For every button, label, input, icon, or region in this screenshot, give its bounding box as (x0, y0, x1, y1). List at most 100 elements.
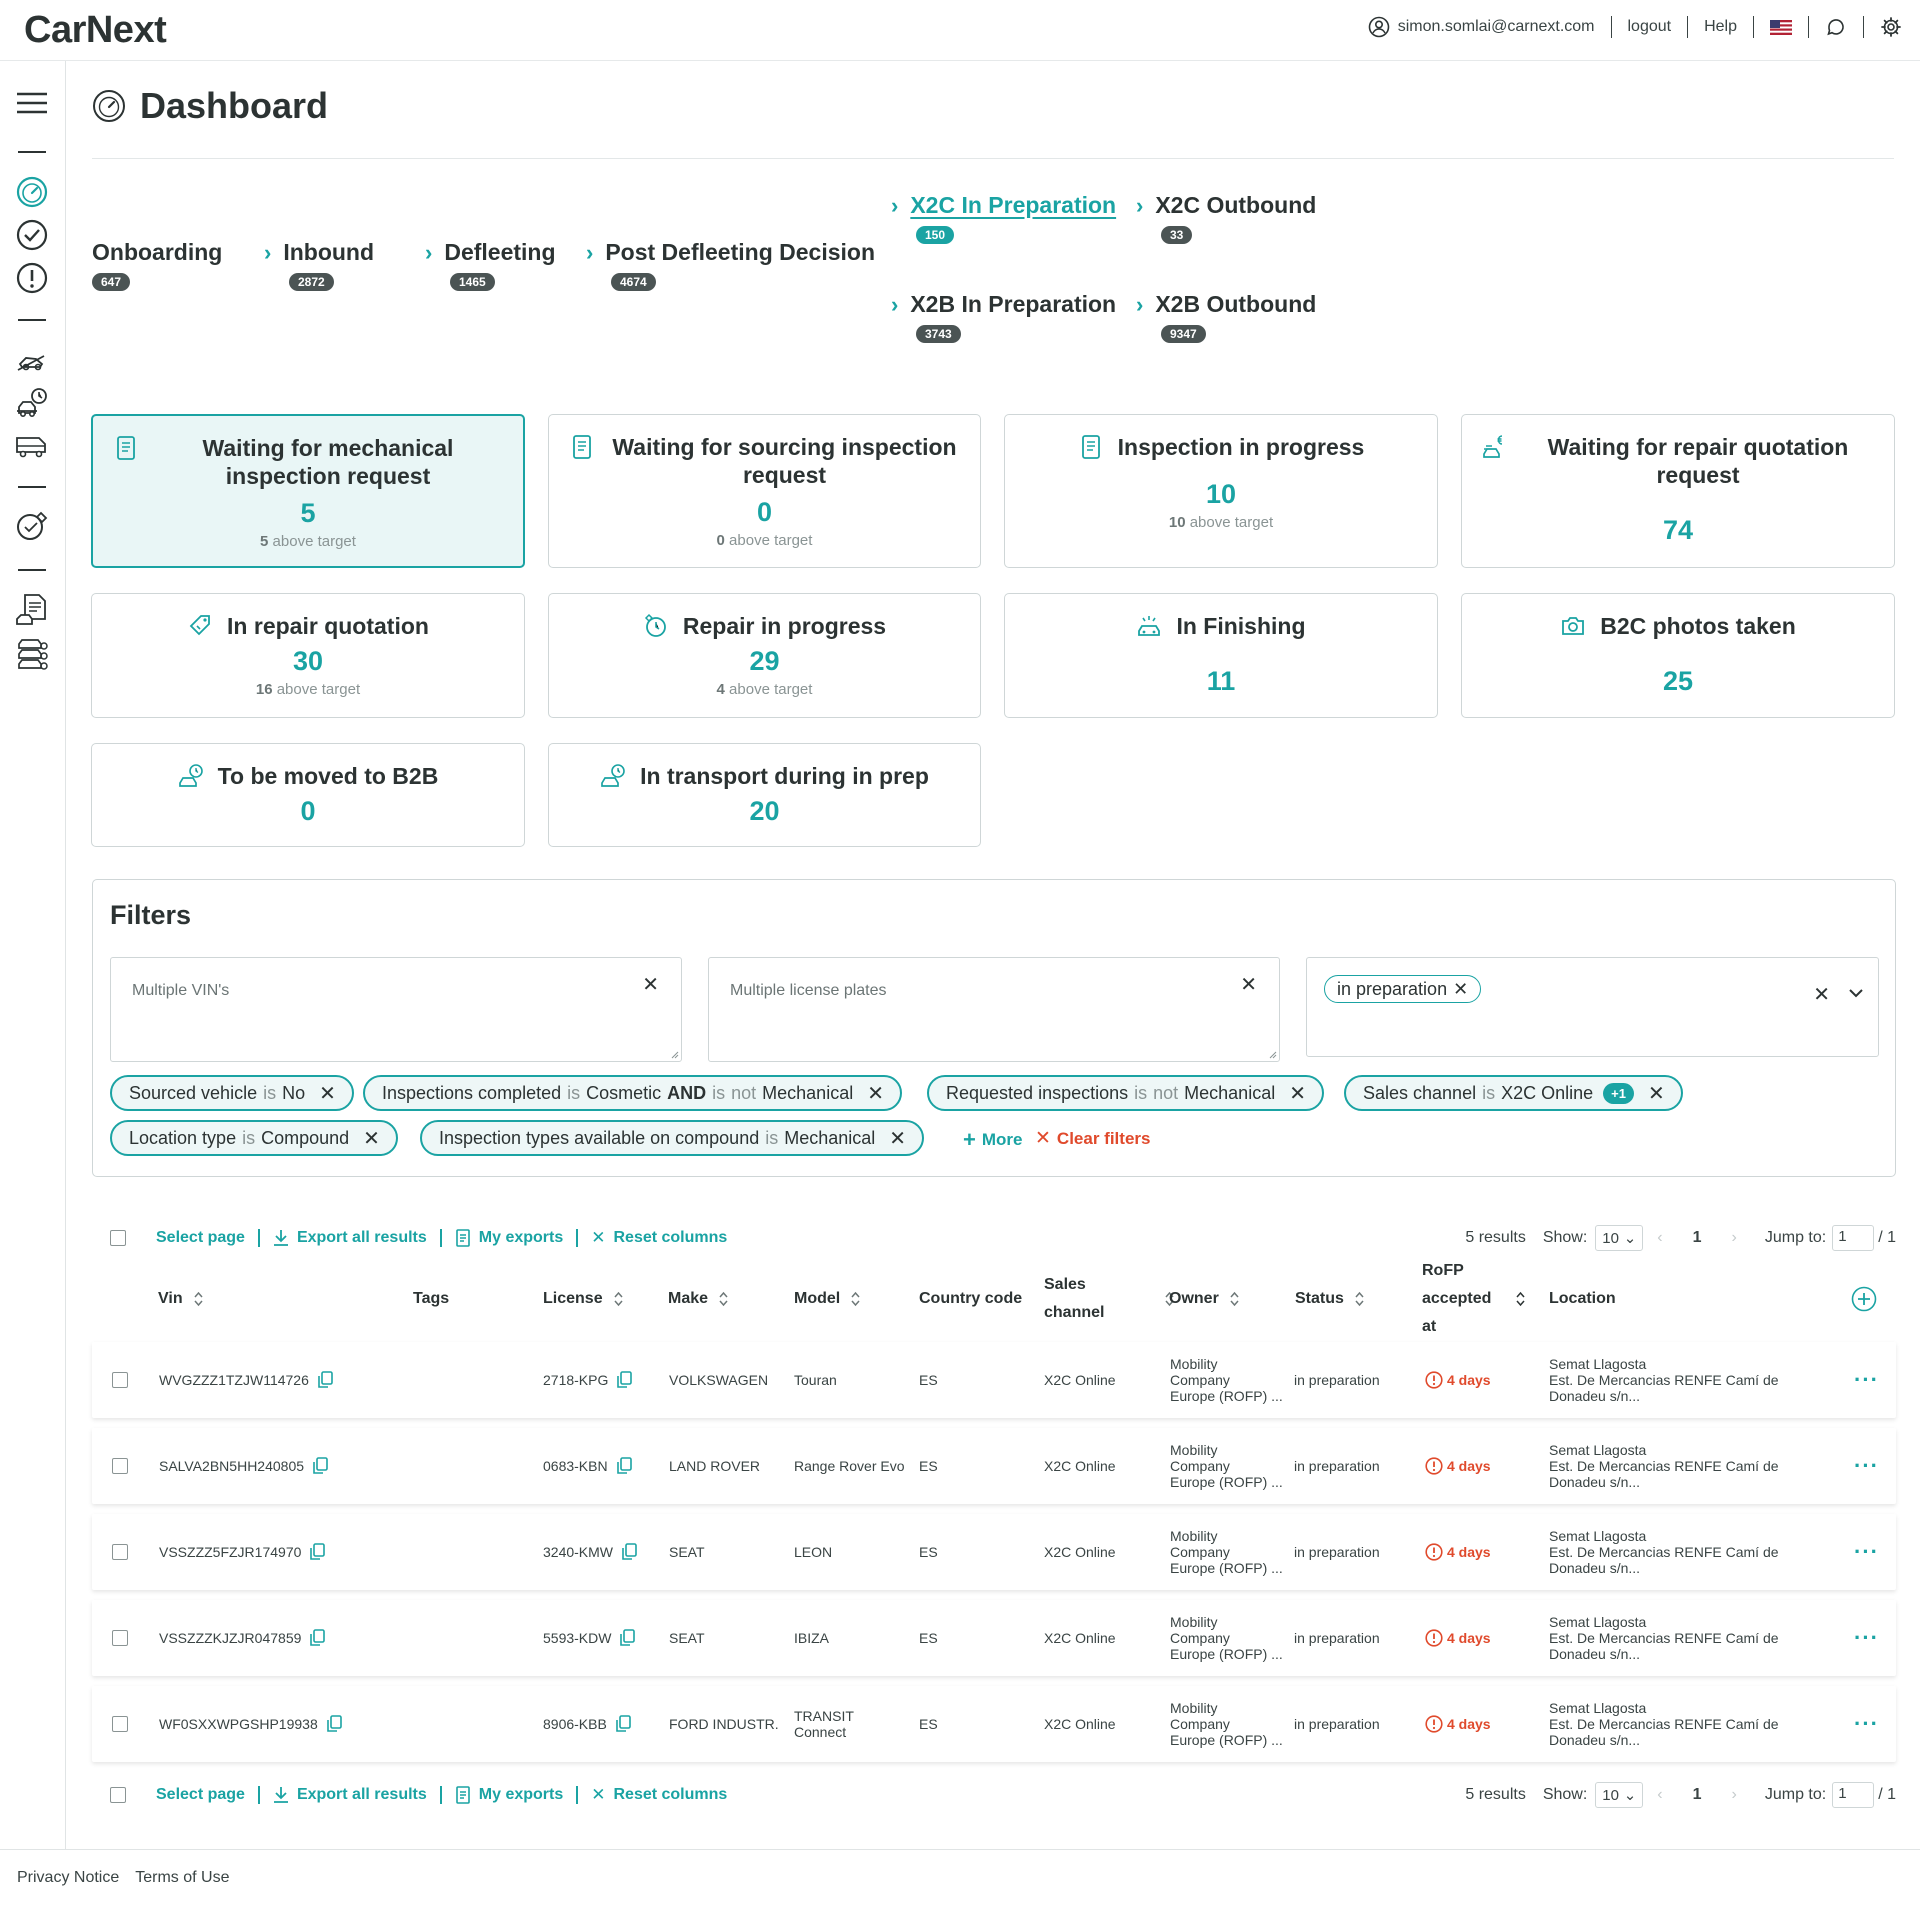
card-inspection-in-progress[interactable]: Inspection in progress 10 10 above targe… (1004, 414, 1438, 568)
add-column-button[interactable] (1851, 1257, 1877, 1341)
remove-chip-icon[interactable]: ✕ (889, 1126, 906, 1151)
dashboard-nav-icon[interactable] (15, 175, 49, 209)
stage-inbound[interactable]: › Inbound 2872 (264, 239, 374, 291)
clear-filters-button[interactable]: ✕ Clear filters (1035, 1127, 1150, 1150)
col-license[interactable]: License (543, 1257, 624, 1341)
sort-icon[interactable] (613, 1290, 624, 1308)
help-link[interactable]: Help (1704, 18, 1737, 36)
copy-icon[interactable] (619, 1629, 636, 1647)
table-row[interactable]: SALVA2BN5HH240805 0683-KBN LAND ROVER Range… (92, 1428, 1896, 1504)
card-to-be-moved-b2b[interactable]: To be moved to B2B 0 (91, 743, 525, 847)
remove-chip-icon[interactable]: ✕ (1453, 979, 1468, 1000)
filter-chip-sales-channel[interactable]: Sales channel is X2C Online +1 ✕ (1344, 1075, 1683, 1111)
chevron-down-icon[interactable] (1848, 988, 1864, 998)
resize-handle-icon[interactable] (1267, 1049, 1277, 1059)
remove-chip-icon[interactable]: ✕ (1289, 1081, 1306, 1106)
card-in-repair-quotation[interactable]: In repair quotation 30 16 above target (91, 593, 525, 718)
license-plates-input[interactable]: Multiple license plates ✕ (708, 957, 1280, 1062)
remove-chip-icon[interactable]: ✕ (867, 1081, 884, 1106)
us-flag-icon[interactable] (1770, 19, 1792, 35)
more-actions-icon[interactable]: ··· (1854, 1541, 1879, 1563)
copy-icon[interactable] (309, 1543, 326, 1561)
car-transport-icon[interactable] (15, 429, 49, 463)
more-actions-icon[interactable]: ··· (1854, 1713, 1879, 1735)
card-in-finishing[interactable]: In Finishing 11 (1004, 593, 1438, 718)
more-filters-button[interactable]: + More (963, 1127, 1022, 1153)
select-all-checkbox[interactable] (110, 1787, 126, 1803)
prev-page-icon[interactable]: ‹ (1657, 1786, 1662, 1804)
select-all-checkbox[interactable] (110, 1230, 126, 1246)
my-exports-button[interactable]: My exports (455, 1229, 563, 1247)
copy-icon[interactable] (616, 1457, 632, 1475)
filter-chip-inspection-types[interactable]: Inspection types available on compound is… (420, 1120, 925, 1156)
menu-icon[interactable] (15, 86, 49, 120)
sort-icon[interactable] (1354, 1290, 1365, 1308)
row-checkbox[interactable] (112, 1630, 128, 1646)
check-circle-icon[interactable] (15, 218, 49, 252)
sort-icon[interactable] (850, 1290, 861, 1308)
col-make[interactable]: Make (668, 1257, 729, 1341)
col-vin[interactable]: Vin (158, 1257, 204, 1341)
jump-to-input[interactable]: 1 (1832, 1225, 1875, 1251)
row-checkbox[interactable] (112, 1544, 128, 1560)
privacy-notice-link[interactable]: Privacy Notice (17, 1869, 119, 1887)
remove-chip-icon[interactable]: ✕ (363, 1126, 380, 1151)
row-checkbox[interactable] (112, 1458, 128, 1474)
status-chip[interactable]: in preparation ✕ (1324, 975, 1482, 1003)
copy-icon[interactable] (616, 1371, 633, 1389)
stage-x2b-outbound[interactable]: › X2B Outbound 9347 (1136, 291, 1316, 343)
resize-handle-icon[interactable] (669, 1049, 679, 1059)
stage-defleeting[interactable]: › Defleeting 1465 (425, 239, 556, 291)
table-row[interactable]: VSSZZZKJZJR047859 5593-KDW SEAT IBIZA ES X2C … (92, 1600, 1896, 1676)
stage-x2b-in-preparation[interactable]: › X2B In Preparation 3743 (891, 291, 1116, 343)
stage-post-defleeting[interactable]: › Post Defleeting Decision 4674 (586, 239, 875, 291)
filter-chip-inspections-completed[interactable]: Inspections completed is Cosmetic AND is not M… (363, 1075, 902, 1111)
page-size-select[interactable]: 10 ⌄ (1595, 1225, 1644, 1251)
vin-input[interactable]: Multiple VIN's ✕ (110, 957, 682, 1062)
row-checkbox[interactable] (112, 1716, 128, 1732)
col-sales-channel[interactable]: Sales channel (1044, 1257, 1175, 1341)
table-row[interactable]: WF0SXXWPGSHP19938 8906-KBB FORD INDUSTR. TR… (92, 1686, 1896, 1762)
card-waiting-mechanical-inspection[interactable]: Waiting for mechanical inspection reques… (91, 414, 525, 568)
current-page[interactable]: 1 (1693, 1786, 1702, 1804)
jump-to-input[interactable]: 1 (1832, 1782, 1875, 1808)
clear-status-icon[interactable]: ✕ (1813, 982, 1830, 1007)
document-car-icon[interactable] (15, 593, 49, 627)
status-select[interactable]: in preparation ✕ ✕ (1306, 957, 1879, 1057)
prev-page-icon[interactable]: ‹ (1657, 1229, 1662, 1247)
export-all-button[interactable]: Export all results (273, 1229, 427, 1247)
col-model[interactable]: Model (794, 1257, 861, 1341)
my-exports-button[interactable]: My exports (455, 1786, 563, 1804)
card-in-transport-during-prep[interactable]: In transport during in prep 20 (548, 743, 981, 847)
select-page-link[interactable]: Select page (156, 1229, 245, 1247)
copy-icon[interactable] (615, 1715, 631, 1733)
reset-columns-button[interactable]: ✕ Reset columns (591, 1785, 727, 1805)
copy-icon[interactable] (317, 1371, 333, 1389)
gear-icon[interactable] (1880, 16, 1902, 38)
col-rofp-accepted-at[interactable]: RoFP accepted at (1422, 1257, 1526, 1341)
card-waiting-repair-quotation[interactable]: Waiting for repair quotation request 74 (1461, 414, 1895, 568)
remove-chip-icon[interactable]: ✕ (319, 1081, 336, 1106)
multi-car-icon[interactable] (15, 636, 49, 670)
col-status[interactable]: Status (1295, 1257, 1365, 1341)
repair-wrench-icon[interactable] (15, 509, 49, 543)
stage-x2c-outbound[interactable]: › X2C Outbound 33 (1136, 192, 1316, 244)
terms-of-use-link[interactable]: Terms of Use (135, 1869, 229, 1887)
filter-chip-sourced-vehicle[interactable]: Sourced vehicle is No ✕ (110, 1075, 354, 1111)
alert-circle-icon[interactable] (15, 261, 49, 295)
chat-icon[interactable] (1825, 16, 1847, 38)
card-waiting-sourcing-inspection[interactable]: Waiting for sourcing inspection request … (548, 414, 981, 568)
sort-icon[interactable] (1515, 1290, 1526, 1308)
row-checkbox[interactable] (112, 1372, 128, 1388)
select-page-link[interactable]: Select page (156, 1786, 245, 1804)
filter-chip-location-type[interactable]: Location type is Compound ✕ (110, 1120, 398, 1156)
sort-icon[interactable] (193, 1290, 204, 1308)
reset-columns-button[interactable]: ✕ Reset columns (591, 1228, 727, 1248)
stage-x2c-in-preparation[interactable]: › X2C In Preparation 150 (891, 192, 1116, 244)
car-ramp-icon[interactable] (15, 343, 49, 377)
card-b2c-photos-taken[interactable]: B2C photos taken 25 (1461, 593, 1895, 718)
table-row[interactable]: VSSZZZ5FZJR174970 3240-KMW SEAT LEON ES X2C O… (92, 1514, 1896, 1590)
more-actions-icon[interactable]: ··· (1854, 1627, 1879, 1649)
table-row[interactable]: WVGZZZ1TZJW114726 2718-KPG VOLKSWAGEN Toura… (92, 1342, 1896, 1418)
app-logo[interactable]: CarNext (24, 9, 167, 52)
